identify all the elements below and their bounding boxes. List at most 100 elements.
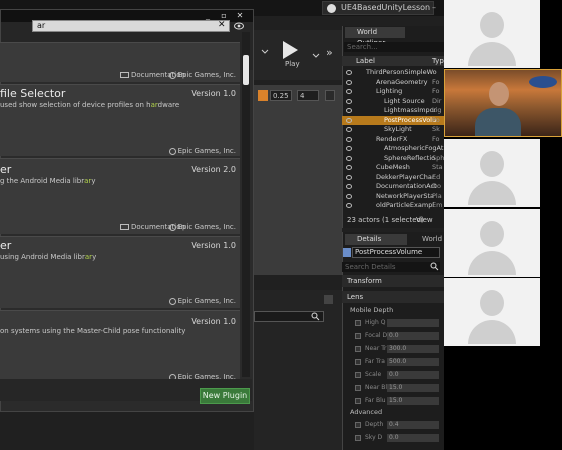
property-value-field[interactable]: 0.0 [387, 434, 439, 442]
window-close-icon[interactable]: ✕ [235, 11, 245, 20]
window-minimize-icon[interactable]: _ [203, 11, 213, 20]
outliner-row[interactable]: Light Source Dir [342, 97, 444, 106]
visibility-eye-icon[interactable] [346, 174, 352, 180]
tab-details[interactable]: Details [345, 234, 407, 245]
view-options-button[interactable]: View [416, 216, 433, 224]
outliner-row[interactable]: AtmosphericFogAt [342, 144, 444, 153]
plugin-version: Version 1.0 [191, 241, 236, 250]
participant-tile[interactable] [444, 139, 540, 207]
property-value-field[interactable]: 300.0 [387, 345, 439, 353]
participant-tile[interactable] [444, 278, 540, 346]
chevron-down-icon[interactable] [260, 46, 270, 56]
outliner-row[interactable]: ThirdPersonSimpleWo [342, 68, 444, 77]
outliner-row[interactable]: SphereReflectio Sph [342, 154, 444, 163]
override-checkbox[interactable] [355, 346, 361, 352]
section-transform[interactable]: Transform [342, 275, 444, 287]
plugin-card[interactable]: file Selector Version 1.0 used show sele… [0, 84, 240, 156]
eye-icon[interactable] [234, 22, 244, 30]
chevron-down-icon[interactable] [311, 50, 321, 60]
snap-icon[interactable] [258, 90, 268, 101]
tab-world-outliner[interactable]: World Outliner [345, 27, 405, 47]
override-checkbox[interactable] [355, 333, 361, 339]
visibility-eye-icon[interactable] [346, 184, 352, 189]
visibility-eye-icon[interactable] [346, 89, 352, 94]
minimize-icon[interactable]: – [432, 3, 442, 13]
override-checkbox[interactable] [355, 372, 361, 378]
subsection-mobile-depth[interactable]: Mobile Depth [350, 306, 393, 314]
company-link[interactable]: Epic Games, Inc. [168, 147, 236, 155]
plugin-search-input[interactable]: ar [32, 20, 230, 32]
snap-value[interactable]: 0.25 [270, 90, 292, 101]
outliner-row[interactable]: ArenaGeometry Fo [342, 78, 444, 87]
visibility-eye-icon[interactable] [346, 79, 352, 85]
property-value-field[interactable]: 15.0 [387, 397, 439, 405]
outliner-row[interactable]: NetworkPlayerSta Pla [342, 192, 444, 201]
visibility-eye-icon[interactable] [346, 117, 352, 123]
participant-tile[interactable] [444, 0, 540, 68]
property-value-field[interactable]: 0.4 [387, 421, 439, 429]
plugin-card[interactable]: er Version 1.0 using Android Media libra… [0, 236, 240, 308]
override-checkbox[interactable] [355, 359, 361, 365]
participant-video[interactable] [444, 69, 562, 137]
play-icon[interactable] [281, 40, 299, 60]
property-value-field[interactable]: 0.0 [387, 371, 439, 379]
outliner-search-input[interactable]: Search... [344, 42, 444, 52]
override-checkbox[interactable] [355, 320, 361, 326]
override-checkbox[interactable] [355, 398, 361, 404]
outliner-row-type: Sta [432, 163, 443, 171]
visibility-eye-icon[interactable] [346, 146, 352, 151]
plugin-card[interactable]: Version 1.0 on systems using the Master-… [0, 310, 240, 382]
layout-icon[interactable] [325, 90, 335, 101]
outliner-row[interactable]: SkyLight Sk [342, 125, 444, 134]
outliner-row[interactable]: DocumentationAct Do [342, 182, 444, 191]
visibility-eye-icon[interactable] [346, 70, 352, 75]
details-search-input[interactable]: Search Details [342, 262, 440, 272]
outliner-row[interactable]: PostProcessVolu Po [342, 115, 444, 125]
visibility-eye-icon[interactable] [346, 127, 352, 132]
plugin-card[interactable]: er Version 2.0 g the Android Media libra… [0, 158, 240, 234]
project-tab[interactable]: UE4BasedUnityLesson [322, 1, 434, 15]
visibility-eye-icon[interactable] [346, 98, 352, 104]
subsection-advanced[interactable]: Advanced [350, 408, 382, 416]
tab-world-settings[interactable]: World [410, 234, 444, 245]
clear-search-icon[interactable]: ✕ [218, 21, 228, 31]
level-viewport[interactable] [254, 85, 342, 275]
override-checkbox[interactable] [355, 435, 361, 441]
outliner-row[interactable]: oldParticleExampl Em [342, 201, 444, 210]
property-value-field[interactable]: 15.0 [387, 384, 439, 392]
search-icon[interactable] [311, 312, 320, 321]
property-value-field[interactable] [387, 319, 439, 327]
object-name-field[interactable]: PostProcessVolume [352, 247, 440, 258]
camera-speed[interactable]: 4 [297, 90, 319, 101]
outliner-row[interactable]: CubeMesh Sta [342, 163, 444, 172]
property-value-field[interactable]: 0.0 [387, 332, 439, 340]
outliner-row[interactable]: Lighting Fo [342, 87, 444, 96]
company-link[interactable]: Epic Games, Inc. [168, 71, 236, 79]
search-icon[interactable] [430, 262, 439, 271]
company-link[interactable]: Epic Games, Inc. [168, 223, 236, 231]
outliner-row-type: Sph [432, 153, 444, 162]
visibility-eye-icon[interactable] [346, 165, 352, 170]
property-value-field[interactable]: 500.0 [387, 358, 439, 366]
lock-icon[interactable] [324, 295, 333, 304]
outliner-row[interactable]: LightmassImpor Lig [342, 106, 444, 115]
section-lens[interactable]: Lens [342, 291, 444, 303]
plugin-card[interactable]: Documentation Epic Games, Inc. [0, 42, 240, 82]
scrollbar-thumb[interactable] [243, 55, 249, 85]
visibility-eye-icon[interactable] [346, 193, 352, 199]
outliner-row[interactable]: RenderFX Fo [342, 135, 444, 144]
override-checkbox[interactable] [355, 422, 361, 428]
participant-tile[interactable] [444, 209, 540, 277]
visibility-eye-icon[interactable] [346, 136, 352, 142]
visibility-eye-icon[interactable] [346, 203, 352, 208]
company-link[interactable]: Epic Games, Inc. [168, 297, 236, 305]
column-type-header[interactable]: Typ [432, 56, 444, 66]
column-label-header[interactable]: Label [356, 56, 375, 66]
new-plugin-button[interactable]: New Plugin [200, 388, 250, 404]
window-maximize-icon[interactable]: ▫ [219, 11, 229, 20]
more-options-icon[interactable]: » [326, 46, 333, 59]
override-checkbox[interactable] [355, 385, 361, 391]
outliner-row[interactable]: DekkerPlayerChar Ed [342, 173, 444, 182]
visibility-eye-icon[interactable] [346, 155, 352, 161]
visibility-eye-icon[interactable] [346, 108, 352, 113]
